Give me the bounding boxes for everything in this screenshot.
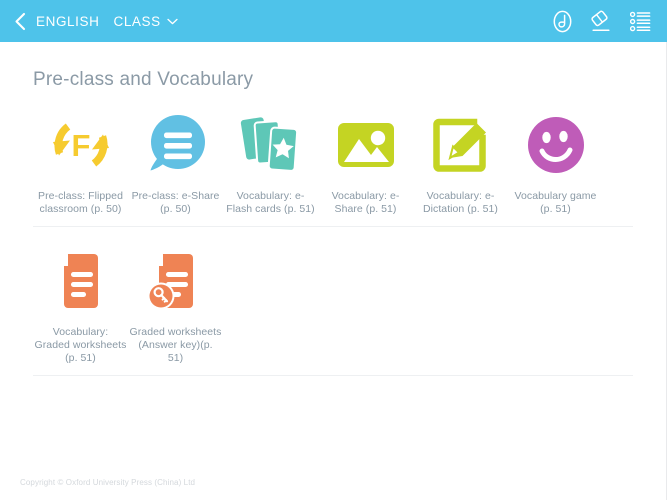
tile-vocabulary-e-share[interactable]: Vocabulary: e-Share (p. 51) [318, 105, 413, 216]
tile-pre-class-flipped-classroom[interactable]: F Pre-class: Flipped classroom (p. 50) [33, 105, 128, 216]
tile-icon-wrapper [45, 245, 117, 317]
tile-icon-wrapper [425, 109, 497, 181]
tile-vocabulary-e-flash-cards[interactable]: Vocabulary: e-Flash cards (p. 51) [223, 105, 318, 216]
tile-label: Vocabulary: Graded worksheets (p. 51) [34, 326, 127, 364]
class-selector-label: CLASS [113, 13, 161, 29]
attachment-icon [553, 10, 571, 32]
list-menu-button[interactable] [627, 8, 653, 34]
footer: Copyright © Oxford University Press (Chi… [0, 472, 666, 500]
picture-icon [337, 123, 394, 167]
tile-pre-class-e-share[interactable]: Pre-class: e-Share (p. 50) [128, 105, 223, 216]
chevron-down-icon [167, 18, 178, 25]
worksheet-answer-key-icon [147, 254, 193, 310]
list-menu-icon [629, 11, 650, 31]
tile-vocabulary-game[interactable]: Vocabulary game (p. 51) [508, 105, 603, 216]
chevron-left-icon [15, 12, 26, 30]
tile-icon-wrapper: F [45, 109, 117, 181]
tile-label: Vocabulary game (p. 51) [514, 190, 597, 215]
activity-row: F Pre-class: Flipped classroom (p. 50) P… [33, 91, 633, 227]
class-selector[interactable]: CLASS [113, 13, 178, 29]
flipped-classroom-icon: F [52, 123, 109, 167]
svg-text:F: F [71, 128, 90, 163]
tile-vocabulary-e-dictation[interactable]: Vocabulary: e-Dictation (p. 51) [413, 105, 508, 216]
topbar-tools-group [549, 8, 653, 34]
flash-cards-star-icon [240, 117, 298, 172]
tile-icon-wrapper [330, 109, 402, 181]
tile-icon-wrapper [235, 109, 307, 181]
tile-label: Vocabulary: e-Flash cards (p. 51) [226, 190, 315, 215]
tile-icon-wrapper [140, 109, 212, 181]
top-navigation-bar: ENGLISH CLASS [0, 0, 667, 42]
smiley-face-icon [527, 117, 584, 173]
tile-vocabulary-graded-worksheets[interactable]: Vocabulary: Graded worksheets (p. 51) [33, 241, 128, 365]
tile-label: Vocabulary: e-Share (p. 51) [331, 190, 400, 215]
attachment-button[interactable] [549, 8, 575, 34]
tile-graded-worksheets-answer-key[interactable]: Graded worksheets (Answer key)(p. 51) [128, 241, 223, 365]
eraser-button[interactable] [588, 8, 614, 34]
tile-label: Graded worksheets (Answer key)(p. 51) [129, 326, 222, 364]
eraser-icon [591, 10, 610, 31]
edit-square-pencil-icon [432, 118, 486, 172]
tile-label: Pre-class: e-Share (p. 50) [131, 190, 220, 215]
activity-row: Vocabulary: Graded worksheets (p. 51) Gr… [33, 227, 633, 376]
content-area: Pre-class and Vocabulary F Pre-class: Fl… [0, 42, 667, 500]
speech-bubble-lines-icon [150, 115, 205, 171]
breadcrumb-subject[interactable]: ENGLISH [36, 14, 99, 29]
back-button[interactable] [8, 6, 32, 36]
tile-label: Vocabulary: e-Dictation (p. 51) [423, 190, 498, 215]
activity-grid: F Pre-class: Flipped classroom (p. 50) P… [0, 91, 666, 376]
app-window: ENGLISH CLASS Pre-class and Vocabulary F… [0, 0, 667, 500]
tile-icon-wrapper [520, 109, 592, 181]
tile-label: Pre-class: Flipped classroom (p. 50) [38, 190, 123, 215]
topbar-left-group: ENGLISH CLASS [8, 6, 549, 36]
page-title: Pre-class and Vocabulary [33, 69, 254, 90]
tile-icon-wrapper [140, 245, 212, 317]
worksheet-document-icon [55, 254, 98, 308]
copyright-text: Copyright © Oxford University Press (Chi… [20, 478, 196, 487]
